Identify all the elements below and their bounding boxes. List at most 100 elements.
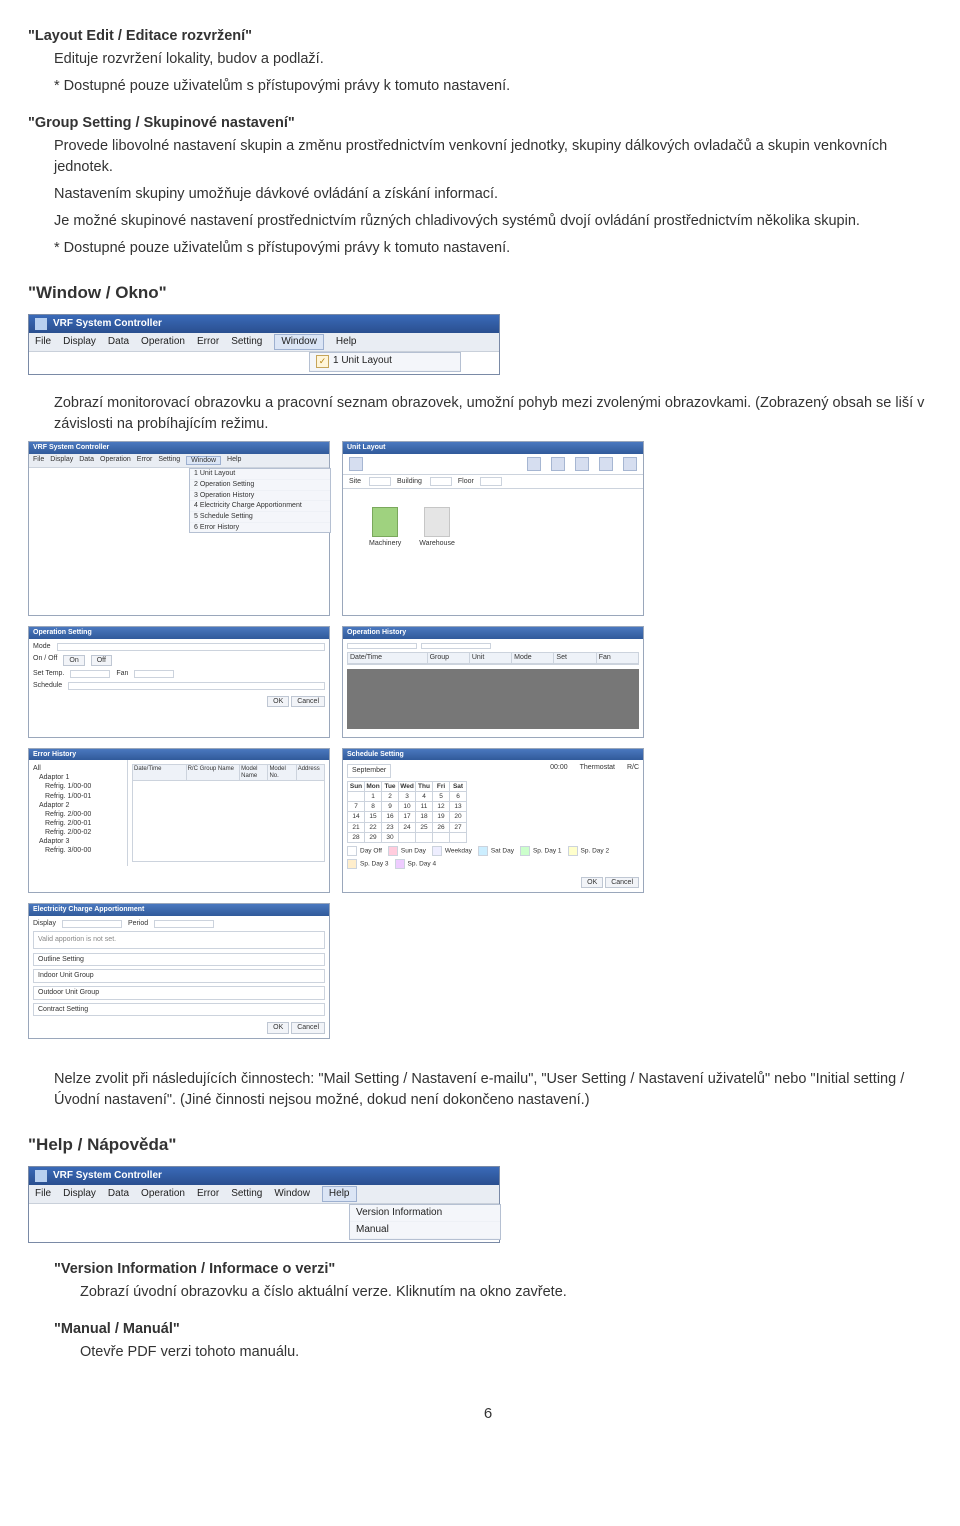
tree-item[interactable]: Refrig. 2/00-02 — [33, 828, 123, 837]
window-dropdown: ✓ 1 Unit Layout — [309, 352, 461, 372]
menu-setting[interactable]: Setting — [158, 456, 180, 466]
month-label[interactable]: September — [347, 764, 391, 778]
button-ok[interactable]: OK — [267, 1022, 289, 1034]
menu-setting[interactable]: Setting — [231, 336, 262, 348]
menu-data[interactable]: Data — [79, 456, 94, 466]
group-link[interactable]: Indoor Unit Group — [33, 969, 325, 983]
button-ok[interactable]: OK — [581, 877, 603, 889]
tree: All Adaptor 1 Refrig. 1/00-00 Refrig. 1/… — [29, 760, 128, 866]
menu-window[interactable]: Window — [274, 1188, 310, 1200]
calendar[interactable]: Sun Mon Tue Wed Thu Fri Sat 123456 78910… — [347, 781, 467, 843]
text-group-setting-note: * Dostupné pouze uživatelům s přístupový… — [54, 238, 948, 259]
tree-item[interactable]: Adaptor 2 — [33, 801, 123, 810]
menubar: File Display Data Operation Error Settin… — [29, 1185, 499, 1204]
menu-item[interactable]: 5 Schedule Setting — [190, 512, 330, 523]
menu-display[interactable]: Display — [50, 456, 73, 466]
menu-setting[interactable]: Setting — [231, 1188, 262, 1200]
group-link[interactable]: Contract Setting — [33, 1003, 325, 1017]
tool-icon[interactable] — [551, 457, 565, 471]
menu-item[interactable]: 4 Electricity Charge Apportionment — [190, 501, 330, 512]
select-site[interactable] — [369, 477, 391, 486]
select[interactable] — [421, 643, 491, 649]
select-schedule[interactable] — [68, 682, 325, 690]
menu-item[interactable]: 1 Unit Layout — [190, 469, 330, 480]
tool-icon[interactable] — [599, 457, 613, 471]
tree-item[interactable]: Adaptor 3 — [33, 837, 123, 846]
menu-help[interactable]: Help — [336, 336, 357, 348]
menu-display[interactable]: Display — [63, 1188, 96, 1200]
legend-item: Sp. Day 3 — [360, 861, 389, 868]
menu-window[interactable]: Window — [186, 456, 221, 466]
app-icon — [35, 1170, 47, 1182]
day: Sun — [348, 781, 365, 791]
page-number: 6 — [28, 1403, 948, 1425]
menu-error[interactable]: Error — [137, 456, 153, 466]
tree-item[interactable]: Refrig. 2/00-00 — [33, 810, 123, 819]
group-link[interactable]: Outline Setting — [33, 953, 325, 967]
mini-operation-setting: Operation Setting Mode On / Off On Off S… — [28, 626, 330, 737]
menu-item-label: Manual — [356, 1224, 389, 1236]
menu-item-version[interactable]: Version Information — [350, 1205, 500, 1222]
input[interactable] — [62, 920, 122, 928]
tree-root[interactable]: All — [33, 764, 123, 773]
button-cancel[interactable]: Cancel — [291, 1022, 325, 1034]
screenshot-help-menu: VRF System Controller File Display Data … — [28, 1166, 500, 1243]
input-temp[interactable] — [70, 670, 110, 678]
menu-file[interactable]: File — [33, 456, 44, 466]
select-mode[interactable] — [57, 643, 325, 651]
label: Display — [33, 920, 56, 928]
unit-icon[interactable] — [424, 507, 450, 537]
tree-item[interactable]: Refrig. 3/00-00 — [33, 846, 123, 855]
label: Set Temp. — [33, 670, 64, 678]
button-on[interactable]: On — [63, 655, 84, 667]
menu-item[interactable]: 3 Operation History — [190, 491, 330, 502]
button-ok[interactable]: OK — [267, 696, 289, 708]
menu-operation[interactable]: Operation — [100, 456, 131, 466]
menu-operation[interactable]: Operation — [141, 1188, 185, 1200]
col-header: R/C Group Name — [187, 765, 241, 780]
input-fan[interactable] — [134, 670, 174, 678]
select[interactable] — [347, 643, 417, 649]
label: Period — [128, 920, 148, 928]
group-link[interactable]: Outdoor Unit Group — [33, 986, 325, 1000]
window-title: Operation Setting — [33, 629, 92, 637]
col-header: Fan — [597, 653, 638, 663]
menu-file[interactable]: File — [35, 1188, 51, 1200]
select-floor[interactable] — [480, 477, 502, 486]
menu-file[interactable]: File — [35, 336, 51, 348]
window-title: Unit Layout — [347, 444, 386, 452]
menu-help[interactable]: Help — [227, 456, 241, 466]
button-off[interactable]: Off — [91, 655, 112, 667]
input[interactable] — [154, 920, 214, 928]
text-group-setting-p3: Je možné skupinové nastavení prostřednic… — [54, 211, 948, 232]
menu-window[interactable]: Window — [274, 334, 324, 350]
tree-item[interactable]: Refrig. 2/00-01 — [33, 819, 123, 828]
menu-item[interactable]: 6 Error History — [190, 523, 330, 533]
menu-item[interactable]: 2 Operation Setting — [190, 480, 330, 491]
menu-error[interactable]: Error — [197, 336, 219, 348]
menu-display[interactable]: Display — [63, 336, 96, 348]
heading-manual: "Manual / Manuál" — [54, 1319, 948, 1340]
menu-operation[interactable]: Operation — [141, 336, 185, 348]
menu-data[interactable]: Data — [108, 336, 129, 348]
tool-icon[interactable] — [575, 457, 589, 471]
col-header: Unit — [470, 653, 512, 663]
select-building[interactable] — [430, 477, 452, 486]
app-title: VRF System Controller — [53, 318, 162, 330]
button-cancel[interactable]: Cancel — [605, 877, 639, 889]
menu-help[interactable]: Help — [322, 1186, 357, 1202]
tree-item[interactable]: Adaptor 1 — [33, 773, 123, 782]
tool-icon[interactable] — [527, 457, 541, 471]
menu-data[interactable]: Data — [108, 1188, 129, 1200]
menu-error[interactable]: Error — [197, 1188, 219, 1200]
tree-item[interactable]: Refrig. 1/00-01 — [33, 792, 123, 801]
menu-item-unit-layout[interactable]: ✓ 1 Unit Layout — [310, 353, 460, 371]
tool-icon[interactable] — [623, 457, 637, 471]
day: Sat — [450, 781, 467, 791]
unit-icon[interactable] — [372, 507, 398, 537]
menu-item-manual[interactable]: Manual — [350, 1222, 500, 1239]
button-cancel[interactable]: Cancel — [291, 696, 325, 708]
day: Mon — [365, 781, 382, 791]
tree-item[interactable]: Refrig. 1/00-00 — [33, 782, 123, 791]
tool-icon[interactable] — [349, 457, 363, 471]
